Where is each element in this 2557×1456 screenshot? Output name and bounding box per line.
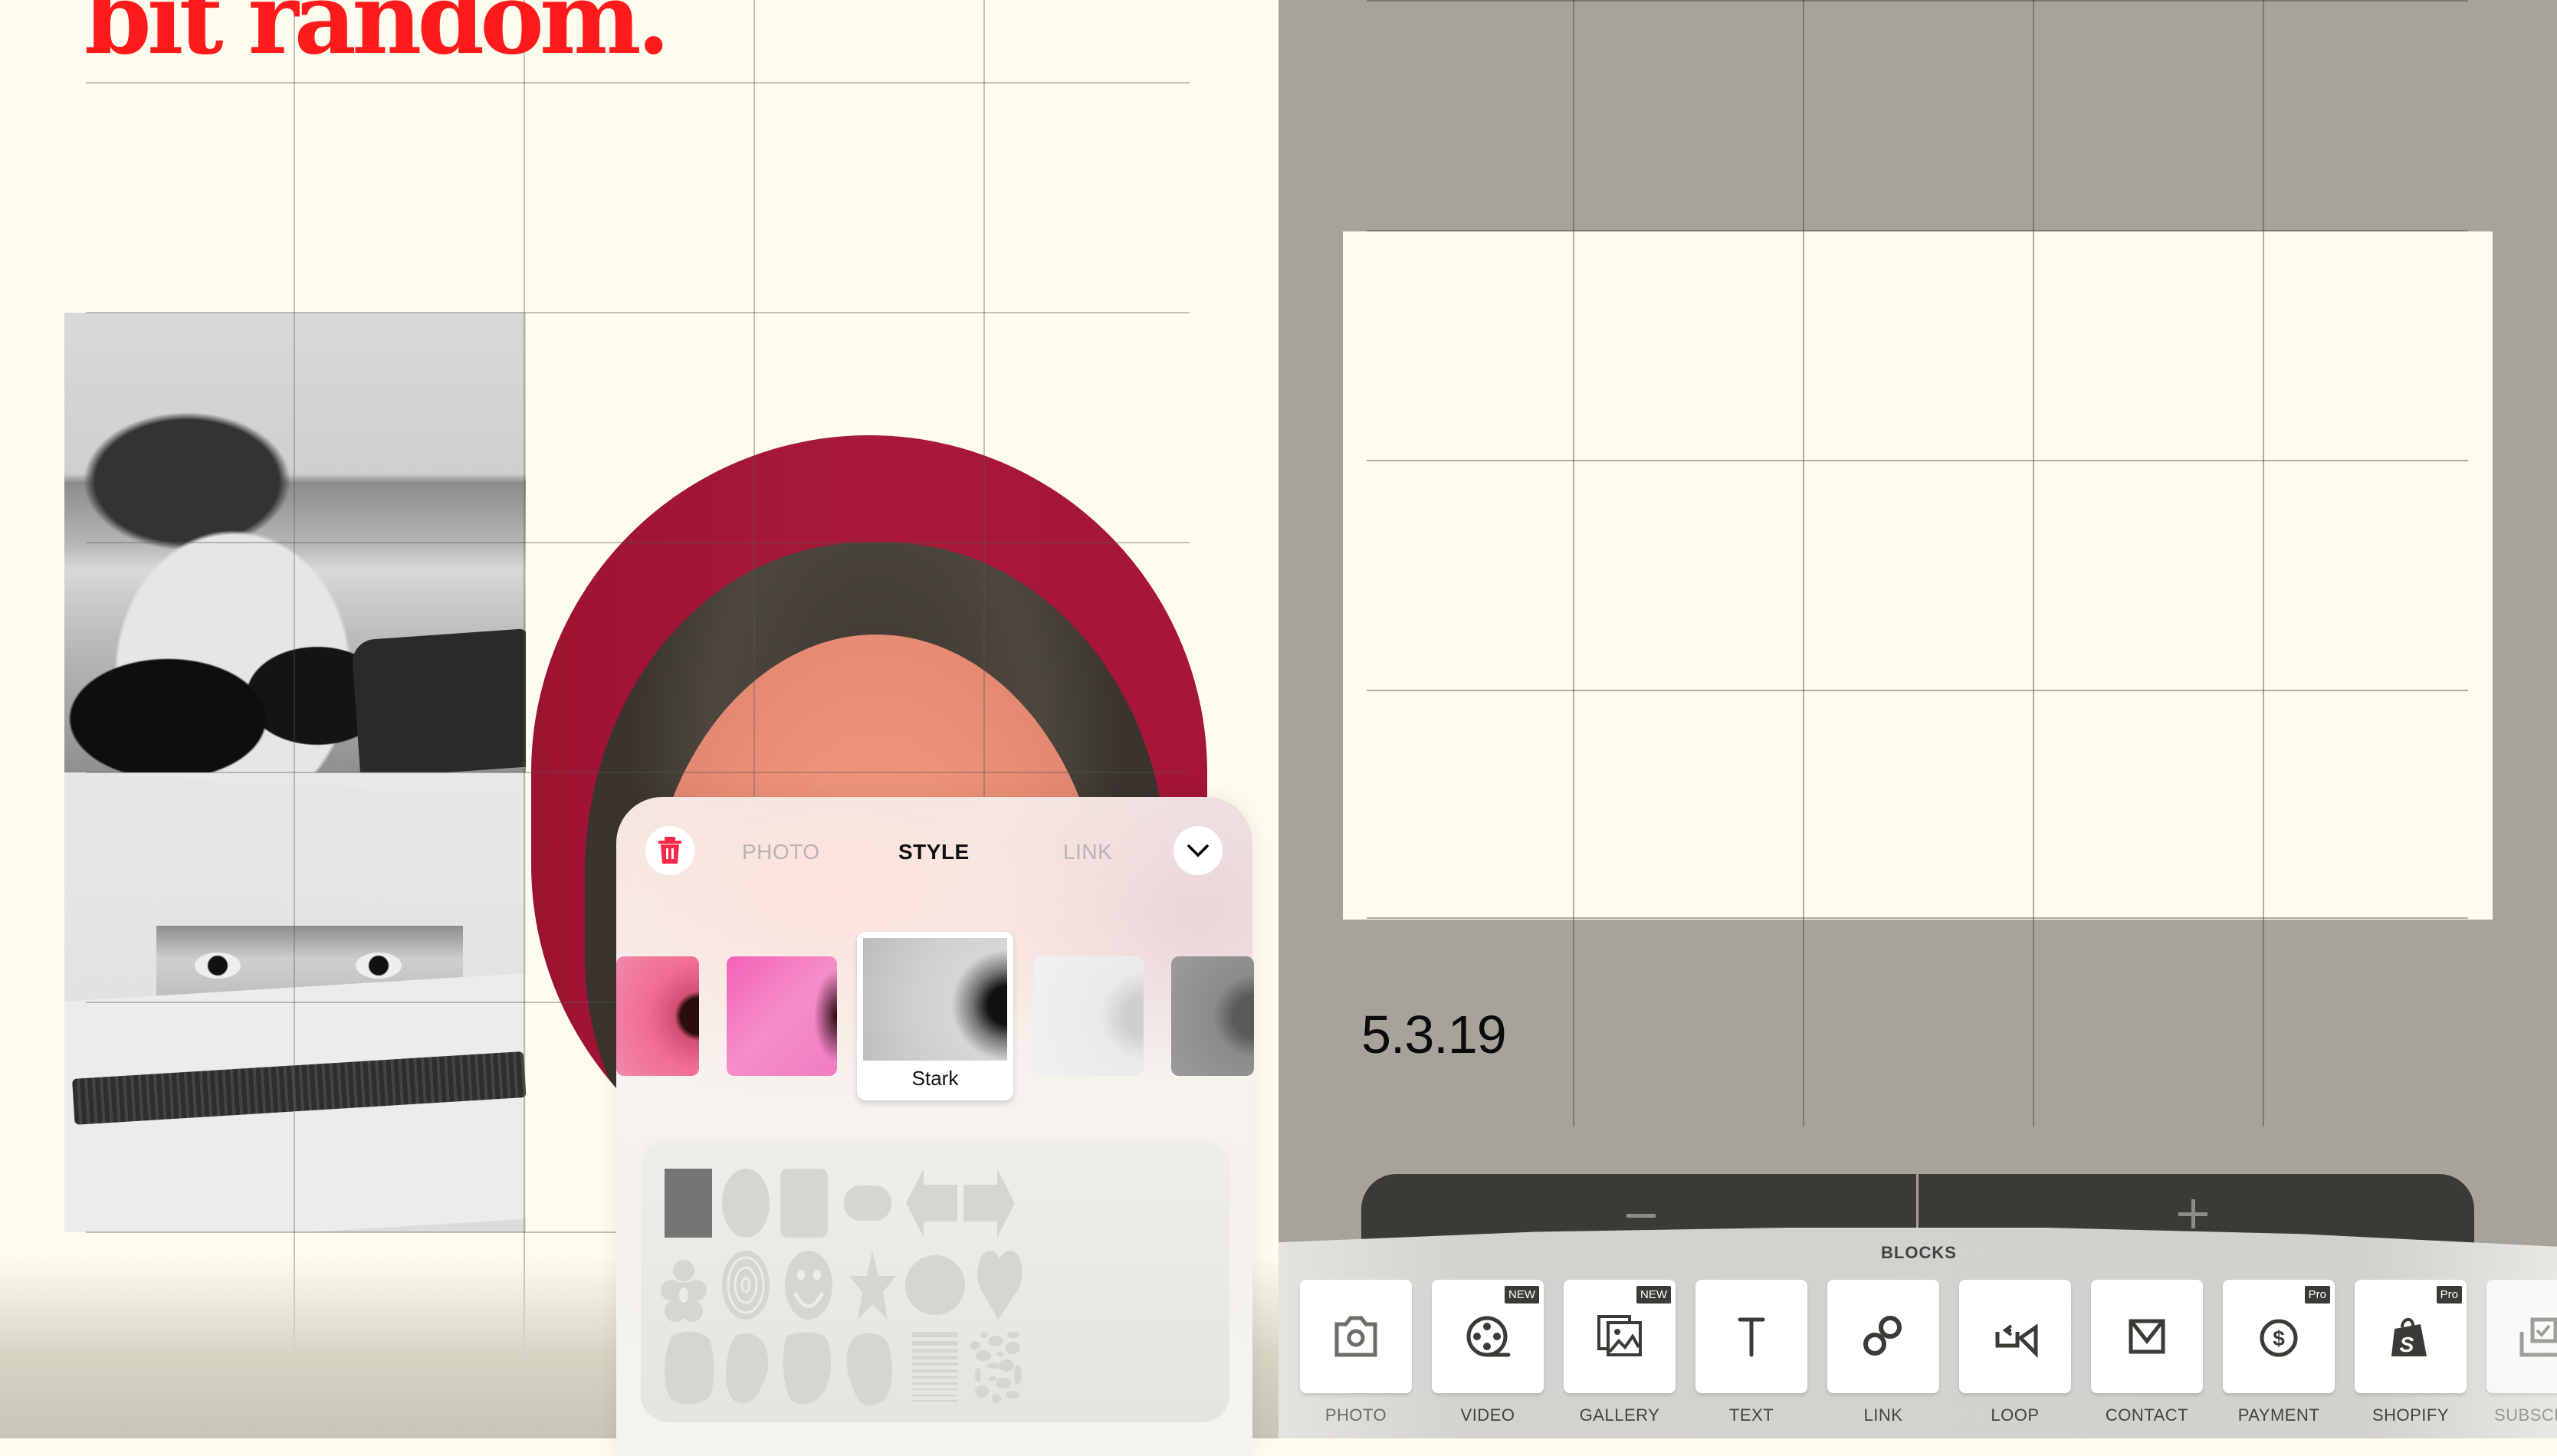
headline-text[interactable]: bit random. <box>84 0 671 77</box>
block-label: SUBSCR <box>2494 1405 2557 1425</box>
shape-star <box>849 1251 896 1320</box>
grid-line <box>1367 917 2468 919</box>
grid-line <box>1367 230 2468 231</box>
block-text[interactable] <box>1695 1280 1807 1393</box>
shape-rectangle <box>665 1169 712 1238</box>
shape-smiley <box>785 1251 832 1320</box>
block-shopify[interactable]: S Pro <box>2355 1280 2467 1393</box>
shape-arrow-left <box>906 1169 957 1238</box>
grid-line <box>1803 0 1804 1126</box>
gallery-icon <box>1597 1315 1642 1356</box>
block-label: LINK <box>1863 1405 1903 1425</box>
block-link[interactable] <box>1827 1280 1939 1393</box>
grid-line <box>1367 690 2468 691</box>
filter-thumbnail[interactable] <box>1171 956 1254 1076</box>
svg-text:$: $ <box>2273 1326 2285 1350</box>
shape-grid-svg <box>661 1169 1022 1406</box>
shape-target <box>722 1251 770 1320</box>
collapse-button[interactable] <box>1173 826 1223 875</box>
shape-blob-4 <box>846 1333 892 1406</box>
shopify-icon: S <box>2391 1318 2427 1356</box>
filter-thumbnail[interactable] <box>1033 956 1144 1076</box>
film-reel-icon <box>1466 1316 1511 1357</box>
grid-line <box>86 542 1190 543</box>
shape-blob-3 <box>783 1332 832 1405</box>
delete-button[interactable] <box>645 826 694 875</box>
block-gallery[interactable]: NEW <box>1564 1280 1676 1393</box>
grid-line <box>2263 0 2264 1126</box>
dollar-icon: $ <box>2260 1319 2298 1357</box>
block-loop[interactable] <box>1959 1280 2071 1393</box>
grid-line <box>2033 0 2034 1126</box>
shape-stripes <box>912 1332 958 1402</box>
block-contact[interactable] <box>2091 1280 2203 1393</box>
shape-heart <box>977 1251 1022 1320</box>
plus-icon <box>2191 1199 2195 1228</box>
block-payment[interactable]: $ Pro <box>2223 1280 2335 1393</box>
pro-badge: Pro <box>2304 1286 2330 1304</box>
grid-line <box>524 0 525 1438</box>
block-label: GALLERY <box>1579 1405 1660 1425</box>
new-badge: NEW <box>1505 1286 1539 1304</box>
tab-style[interactable]: STYLE <box>898 840 970 864</box>
block-label: TEXT <box>1728 1405 1774 1425</box>
shape-pebbles <box>970 1332 1022 1403</box>
chevron-down-icon <box>1187 844 1209 858</box>
page-card[interactable] <box>1343 231 2493 920</box>
shape-blob-2 <box>726 1333 769 1404</box>
shape-arrow-right <box>963 1169 1015 1238</box>
filter-thumbnail[interactable] <box>727 956 837 1076</box>
filter-name: Stark <box>911 1067 959 1090</box>
block-label: PHOTO <box>1324 1405 1387 1425</box>
shape-rounded-rectangle <box>780 1169 828 1238</box>
text-icon <box>1738 1317 1765 1357</box>
shape-pill <box>844 1185 891 1221</box>
tab-photo[interactable]: PHOTO <box>742 840 820 864</box>
camera-icon <box>1334 1316 1377 1357</box>
svg-text:S: S <box>2400 1333 2414 1356</box>
filter-thumbnail-selected[interactable]: Stark <box>857 932 1013 1100</box>
link-icon <box>1863 1316 1902 1356</box>
date-text[interactable]: 5.3.19 <box>1361 1004 1507 1065</box>
block-video[interactable]: NEW <box>1432 1280 1544 1393</box>
grid-line <box>294 0 295 1438</box>
new-badge: NEW <box>1636 1286 1671 1304</box>
trash-icon <box>658 837 681 864</box>
grid-line <box>86 772 1190 773</box>
shape-oval <box>722 1169 770 1238</box>
grid-line <box>86 82 1190 84</box>
blocks-title: BLOCKS <box>1881 1243 1957 1262</box>
block-photo[interactable] <box>1300 1280 1412 1393</box>
block-label: CONTACT <box>2105 1405 2189 1425</box>
remove-row-button[interactable] <box>1626 1214 1656 1218</box>
shape-flower <box>661 1260 707 1322</box>
shape-starburst <box>905 1255 965 1315</box>
block-label: VIDEO <box>1460 1405 1515 1425</box>
block-label: SHOPIFY <box>2372 1405 2450 1425</box>
grid-line <box>1367 460 2468 461</box>
block-subscribe[interactable] <box>2486 1280 2557 1393</box>
grid-line <box>1367 0 2468 2</box>
block-label: LOOP <box>1991 1405 2040 1425</box>
grid-line <box>86 312 1190 313</box>
filter-thumbnail[interactable] <box>616 956 699 1076</box>
mail-icon <box>2129 1319 2165 1354</box>
shape-mask-grid <box>641 1139 1229 1422</box>
loop-icon <box>1995 1323 2038 1359</box>
block-label: PAYMENT <box>2237 1405 2320 1425</box>
subscribe-icon <box>2519 1317 2557 1357</box>
shape-blob-1 <box>665 1331 714 1405</box>
tab-link[interactable]: LINK <box>1063 840 1112 864</box>
pro-badge: Pro <box>2436 1286 2462 1304</box>
grid-line <box>1573 0 1574 1126</box>
